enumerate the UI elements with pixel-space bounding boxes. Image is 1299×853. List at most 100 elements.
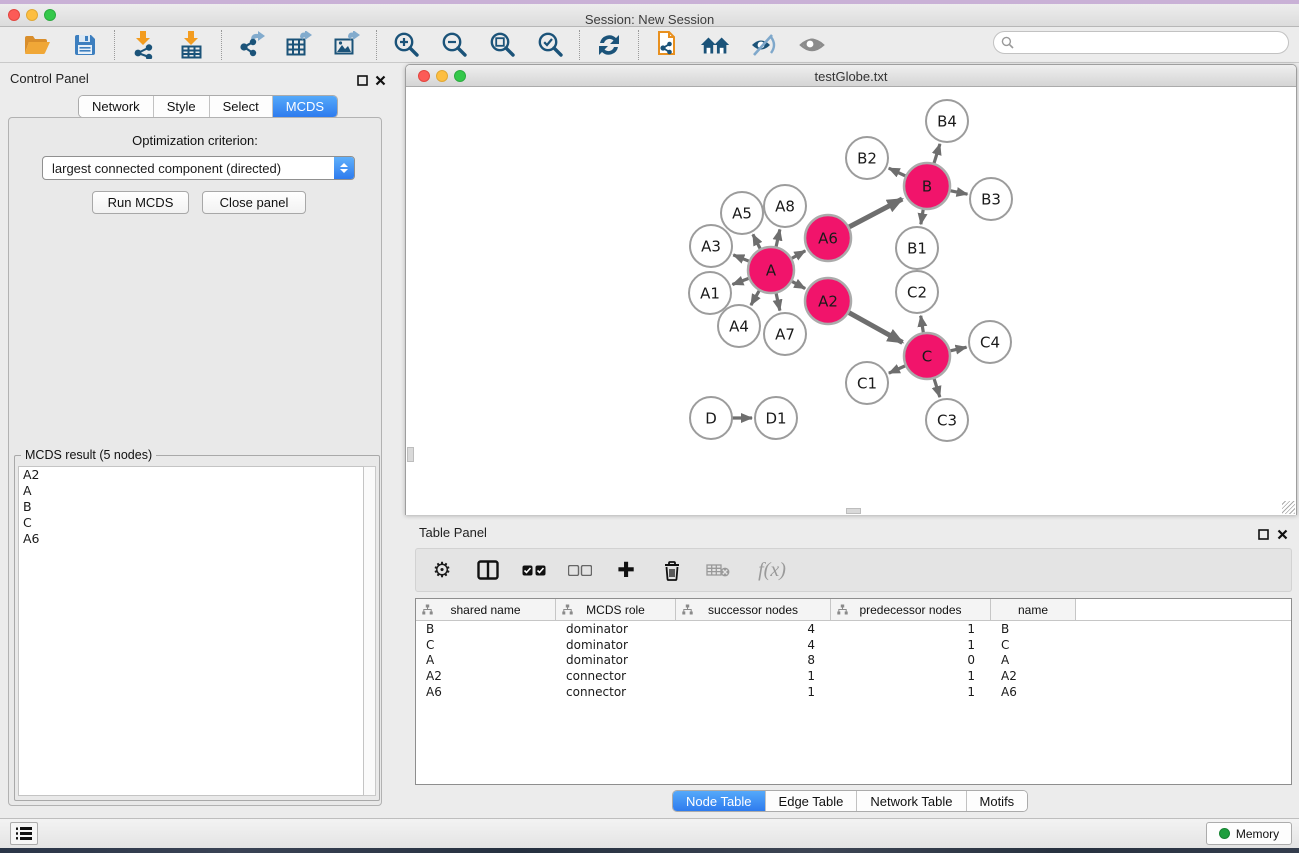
task-history-button[interactable] [10, 822, 38, 845]
import-network-icon[interactable] [128, 30, 160, 60]
network-horizontal-scroll-indicator[interactable] [846, 508, 861, 514]
node-A6[interactable]: A6 [805, 215, 851, 261]
mcds-result-item[interactable]: C [19, 515, 363, 531]
column-header-predecessor-nodes[interactable]: predecessor nodes [831, 599, 991, 620]
cell-MCDS-role: connector [556, 669, 676, 683]
edge-C-C3[interactable] [933, 376, 940, 397]
mcds-result-item[interactable]: A [19, 483, 363, 499]
table-float-panel-icon[interactable] [1258, 527, 1269, 545]
node-A4[interactable]: A4 [718, 305, 760, 347]
node-D[interactable]: D [690, 397, 732, 439]
close-panel-button[interactable]: Close panel [202, 191, 306, 214]
search-input[interactable] [1019, 36, 1274, 50]
node-label: A1 [700, 284, 720, 302]
node-A2[interactable]: A2 [805, 278, 851, 324]
select-all-checkboxes-icon[interactable] [522, 558, 546, 582]
tab-mcds[interactable]: MCDS [273, 96, 337, 117]
network-canvas-area[interactable]: B4 B2 B B3 A8A5 A6 A3 B1 A C2 A1 A2 A4A7 C4 C C1 D D1 C3 [406, 87, 1296, 515]
node-C4[interactable]: C4 [969, 321, 1011, 363]
network-window-titlebar[interactable]: testGlobe.txt [406, 65, 1296, 87]
node-A3[interactable]: A3 [690, 225, 732, 267]
table-row[interactable]: A6connector11A6 [416, 684, 1291, 700]
show-all-icon[interactable] [796, 30, 828, 60]
mcds-result-item[interactable]: A6 [19, 531, 363, 547]
node-B2[interactable]: B2 [846, 137, 888, 179]
export-table-icon[interactable] [283, 30, 315, 60]
window-title: Session: New Session [0, 12, 1299, 27]
search-box[interactable] [993, 31, 1289, 54]
network-resize-grip[interactable] [1282, 501, 1295, 514]
node-table[interactable]: shared name MCDS role successor nodesprede… [415, 598, 1292, 785]
node-D1[interactable]: D1 [755, 397, 797, 439]
column-layout-icon[interactable] [476, 558, 500, 582]
save-session-icon[interactable] [69, 30, 101, 60]
column-header-successor-nodes[interactable]: successor nodes [676, 599, 831, 620]
tab-select[interactable]: Select [210, 96, 273, 117]
tab-motifs[interactable]: Motifs [967, 791, 1028, 811]
export-image-icon[interactable] [331, 30, 363, 60]
cell-MCDS-role: connector [556, 685, 676, 699]
close-panel-icon[interactable] [375, 73, 386, 91]
edge-A2-C[interactable] [846, 311, 902, 342]
table-row[interactable]: Adominator80A [416, 652, 1291, 668]
run-mcds-button[interactable]: Run MCDS [92, 191, 189, 214]
edge-A6-B[interactable] [847, 199, 903, 228]
node-B3[interactable]: B3 [970, 178, 1012, 220]
node-C2[interactable]: C2 [896, 271, 938, 313]
node-A7[interactable]: A7 [764, 313, 806, 355]
edge-B-B4[interactable] [933, 144, 940, 166]
mcds-result-list[interactable]: A2ABCA6 [18, 466, 364, 796]
column-header-name[interactable]: name [991, 599, 1076, 620]
column-header-shared-name[interactable]: shared name [416, 599, 556, 620]
tab-node-table[interactable]: Node Table [673, 791, 766, 811]
main-titlebar: Session: New Session [0, 4, 1299, 27]
node-B4[interactable]: B4 [926, 100, 968, 142]
node-C3[interactable]: C3 [926, 399, 968, 441]
zoom-in-icon[interactable] [390, 30, 422, 60]
table-close-panel-icon[interactable] [1277, 527, 1288, 545]
hide-selected-icon[interactable] [748, 30, 780, 60]
cell-name: C [991, 638, 1076, 652]
node-A8[interactable]: A8 [764, 185, 806, 227]
function-builder-icon[interactable]: f(x) [752, 558, 792, 582]
home-icon[interactable] [700, 30, 732, 60]
zoom-selected-icon[interactable] [534, 30, 566, 60]
column-header-MCDS-role[interactable]: MCDS role [556, 599, 676, 620]
delete-column-icon[interactable] [660, 558, 684, 582]
memory-button[interactable]: Memory [1206, 822, 1292, 845]
node-A1[interactable]: A1 [689, 272, 731, 314]
node-A5[interactable]: A5 [721, 192, 763, 234]
result-list-scrollbar[interactable] [363, 466, 376, 796]
node-label: D [705, 409, 717, 427]
delete-table-icon[interactable] [706, 558, 730, 582]
table-row[interactable]: Cdominator41C [416, 637, 1291, 653]
network-vertical-scroll-indicator[interactable] [407, 447, 414, 462]
export-network-icon[interactable] [235, 30, 267, 60]
float-panel-icon[interactable] [357, 73, 368, 91]
criterion-dropdown[interactable]: largest connected component (directed) [42, 156, 355, 180]
cell-shared-name: B [416, 622, 556, 636]
tab-network-table[interactable]: Network Table [857, 791, 966, 811]
import-table-icon[interactable] [176, 30, 208, 60]
duplicate-network-icon[interactable] [652, 30, 684, 60]
mcds-result-item[interactable]: A2 [19, 467, 363, 483]
mcds-result-item[interactable]: B [19, 499, 363, 515]
table-row[interactable]: Bdominator41B [416, 621, 1291, 637]
column-header-label: MCDS role [586, 603, 645, 617]
table-row[interactable]: A2connector11A2 [416, 668, 1291, 684]
zoom-fit-icon[interactable] [486, 30, 518, 60]
refresh-icon[interactable] [593, 30, 625, 60]
deselect-all-checkboxes-icon[interactable] [568, 558, 592, 582]
node-B[interactable]: B [904, 163, 950, 209]
node-A[interactable]: A [748, 247, 794, 293]
node-B1[interactable]: B1 [896, 227, 938, 269]
table-settings-gear-icon[interactable]: ⚙ [430, 558, 454, 582]
node-C1[interactable]: C1 [846, 362, 888, 404]
tab-edge-table[interactable]: Edge Table [766, 791, 858, 811]
node-C[interactable]: C [904, 333, 950, 379]
add-column-icon[interactable]: ✚ [614, 558, 638, 582]
tab-network[interactable]: Network [79, 96, 154, 117]
tab-style[interactable]: Style [154, 96, 210, 117]
open-file-icon[interactable] [21, 30, 53, 60]
zoom-out-icon[interactable] [438, 30, 470, 60]
